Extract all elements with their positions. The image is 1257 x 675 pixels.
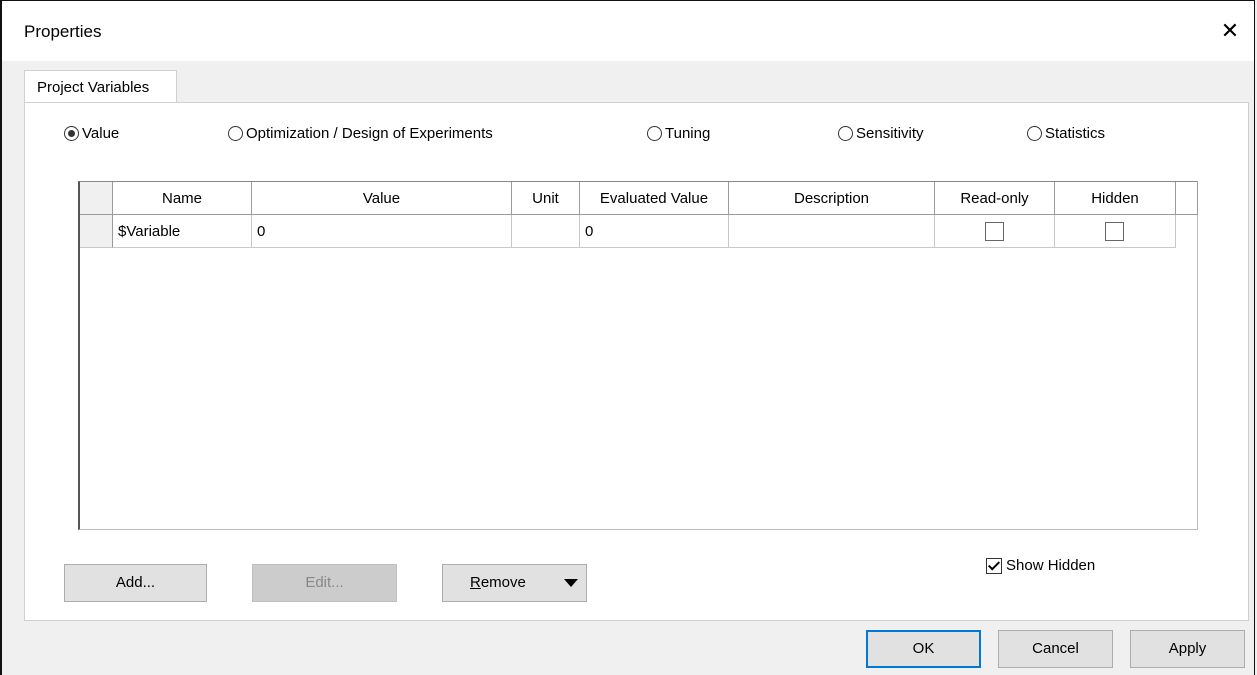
radio-unselected-icon <box>838 125 853 141</box>
ok-button[interactable]: OK <box>866 630 981 668</box>
tab-project-variables[interactable]: Project Variables <box>24 70 177 103</box>
radio-label: Optimization / Design of Experiments <box>246 124 493 142</box>
cell-read-only <box>935 215 1055 248</box>
dialog-title: Properties <box>24 22 102 41</box>
edit-button[interactable]: Edit... <box>252 564 397 602</box>
radio-optimization[interactable]: Optimization / Design of Experiments <box>228 122 493 144</box>
dropdown-arrow-icon[interactable] <box>564 579 578 587</box>
column-header-filler <box>1176 182 1198 215</box>
remove-button[interactable]: Remove <box>442 564 587 602</box>
column-header-description[interactable]: Description <box>729 182 935 215</box>
read-only-checkbox[interactable] <box>985 222 1004 241</box>
cell-name[interactable]: $Variable <box>113 215 252 248</box>
radio-label: Statistics <box>1045 124 1106 142</box>
tab-label: Project Variables <box>37 79 150 96</box>
radio-selected-icon <box>64 125 79 141</box>
radio-tuning[interactable]: Tuning <box>647 122 710 144</box>
show-hidden-label: Show Hidden <box>1006 557 1096 574</box>
row-header[interactable] <box>80 215 113 248</box>
radio-label: Tuning <box>665 124 711 142</box>
remove-label: Remove <box>470 565 526 601</box>
column-header-read-only[interactable]: Read-only <box>935 182 1055 215</box>
radio-value[interactable]: Value <box>64 122 119 144</box>
cancel-button[interactable]: Cancel <box>998 630 1113 668</box>
cell-description[interactable] <box>729 215 935 248</box>
remove-label-rest: emove <box>480 574 526 591</box>
corner-header[interactable] <box>80 182 113 215</box>
add-button[interactable]: Add... <box>64 564 207 602</box>
radio-unselected-icon <box>647 125 662 141</box>
column-header-unit[interactable]: Unit <box>512 182 580 215</box>
hidden-checkbox[interactable] <box>1105 222 1124 241</box>
radio-sensitivity[interactable]: Sensitivity <box>838 122 924 144</box>
cell-evaluated-value[interactable]: 0 <box>580 215 729 248</box>
radio-unselected-icon <box>228 125 243 141</box>
close-icon[interactable]: ✕ <box>1216 17 1244 45</box>
radio-statistics[interactable]: Statistics <box>1027 122 1105 144</box>
show-hidden-toggle[interactable]: Show Hidden <box>986 557 1095 574</box>
checkbox-checked-icon <box>986 557 1002 574</box>
radio-unselected-icon <box>1027 125 1042 141</box>
cell-value[interactable]: 0 <box>252 215 512 248</box>
radio-label: Value <box>82 124 120 142</box>
cell-hidden <box>1055 215 1176 248</box>
cell-unit[interactable] <box>512 215 580 248</box>
radio-label: Sensitivity <box>856 124 924 142</box>
apply-button[interactable]: Apply <box>1130 630 1245 668</box>
column-header-hidden[interactable]: Hidden <box>1055 182 1176 215</box>
remove-mnemonic: R <box>470 574 481 591</box>
title-bar: Properties ✕ <box>2 1 1254 61</box>
column-header-value[interactable]: Value <box>252 182 512 215</box>
column-header-evaluated-value[interactable]: Evaluated Value <box>580 182 729 215</box>
variables-table[interactable]: Name Value Unit Evaluated Value Descript… <box>78 181 1198 530</box>
column-header-name[interactable]: Name <box>113 182 252 215</box>
properties-dialog: Properties ✕ Project Variables Value Opt… <box>0 0 1255 675</box>
